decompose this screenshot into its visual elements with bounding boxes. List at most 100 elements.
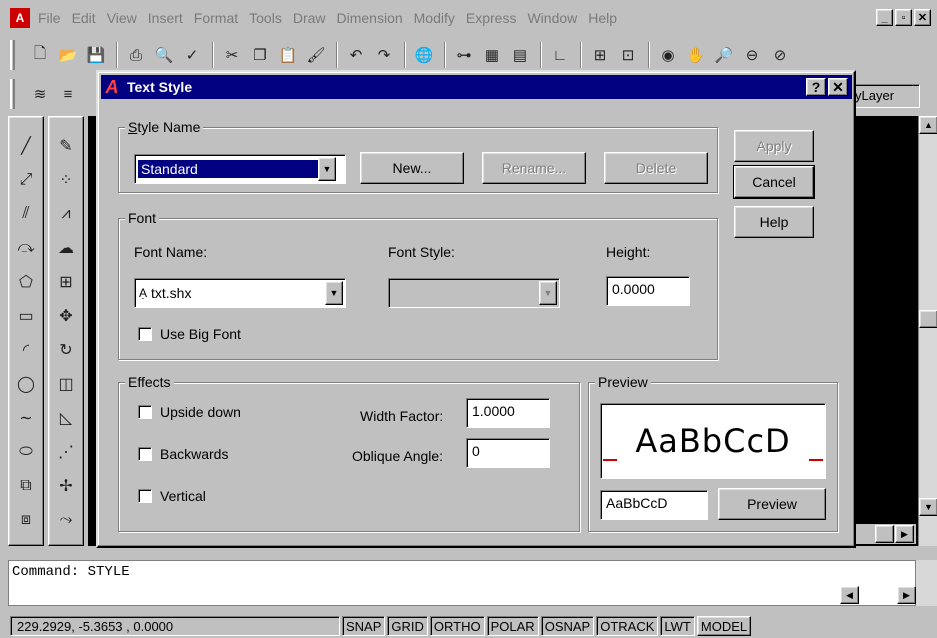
checkbox-box[interactable] (138, 327, 152, 341)
offset-icon[interactable]: ☁ (51, 233, 81, 263)
menu-tools[interactable]: Tools (249, 10, 282, 26)
tiled-viewports-icon[interactable]: ⊞ (587, 42, 613, 68)
menu-dimension[interactable]: Dimension (337, 10, 403, 26)
command-scroll-left-icon[interactable]: ◀ (840, 586, 859, 604)
menu-window[interactable]: Window (527, 10, 577, 26)
scroll-left-icon[interactable] (875, 525, 894, 543)
preview-button[interactable]: Preview (718, 488, 826, 520)
context-help-button[interactable]: ? (806, 78, 826, 96)
autocad-app-icon[interactable]: A (10, 8, 30, 28)
height-input[interactable]: 0.0000 (606, 276, 690, 306)
cut-icon[interactable]: ✂ (219, 42, 245, 68)
oblique-angle-input[interactable]: 0 (466, 438, 550, 468)
rotate-icon[interactable]: ↻ (51, 335, 81, 365)
trim-icon[interactable]: ✢ (51, 471, 81, 501)
array-icon[interactable]: ⊞ (51, 267, 81, 297)
scroll-right-icon[interactable]: ▶ (895, 525, 914, 543)
circle-icon[interactable]: ◯ (11, 369, 41, 399)
lengthen-icon[interactable]: ⋰ (51, 437, 81, 467)
print-icon[interactable]: ⎙ (123, 42, 149, 68)
spell-check-icon[interactable]: ✓ (179, 42, 205, 68)
scale-icon[interactable]: ◫ (51, 369, 81, 399)
chevron-down-icon[interactable]: ▼ (325, 281, 343, 305)
horizontal-scrollbar[interactable]: ▶ (856, 524, 916, 544)
save-icon[interactable]: 💾 (83, 42, 109, 68)
menu-view[interactable]: View (107, 10, 137, 26)
restore-button[interactable]: ▫ (895, 9, 912, 26)
arc-icon[interactable]: ◜ (11, 335, 41, 365)
vertical-scrollbar[interactable]: ▲ ▼ (918, 116, 937, 546)
otrack-toggle[interactable]: OTRACK (596, 616, 659, 636)
dialog-titlebar[interactable]: A Text Style ? ✕ (101, 75, 852, 99)
command-scrollbar[interactable] (916, 560, 937, 606)
layers-icon[interactable]: ≡ (55, 81, 81, 107)
cancel-button[interactable]: Cancel (733, 165, 815, 199)
upside-down-checkbox[interactable]: Upside down (138, 404, 241, 420)
extend-icon[interactable]: ⤳ (51, 505, 81, 535)
web-browser-icon[interactable]: 🌐 (411, 42, 437, 68)
named-views-icon[interactable]: ⊡ (615, 42, 641, 68)
model-toggle[interactable]: MODEL (696, 616, 752, 636)
zoom-realtime-icon[interactable]: 🔎 (711, 42, 737, 68)
color-control-combo[interactable]: yLayer (852, 84, 920, 108)
snap-from-icon[interactable]: ⊶ (451, 42, 477, 68)
osnap-toggle[interactable]: OSNAP (540, 616, 595, 636)
polygon-icon[interactable]: ⬠ (11, 267, 41, 297)
stretch-icon[interactable]: ◺ (51, 403, 81, 433)
construction-line-icon[interactable]: ⤢ (11, 165, 41, 195)
toolbar-grip[interactable] (10, 79, 15, 109)
new-style-button[interactable]: New... (360, 152, 464, 184)
paste-icon[interactable]: 📋 (275, 42, 301, 68)
close-window-button[interactable]: ✕ (914, 9, 931, 26)
command-scroll-right-icon[interactable]: ▶ (897, 586, 916, 604)
menu-draw[interactable]: Draw (293, 10, 326, 26)
font-name-combo[interactable]: Ạ txt.shx ▼ (134, 278, 346, 308)
use-big-font-checkbox[interactable]: Use Big Font (138, 326, 241, 342)
menu-help[interactable]: Help (588, 10, 617, 26)
polyline-icon[interactable]: ⤼ (11, 233, 41, 263)
delete-style-button[interactable]: Delete (604, 152, 708, 184)
match-properties-icon[interactable]: 🖌 (303, 42, 329, 68)
menu-express[interactable]: Express (466, 10, 517, 26)
rectangle-icon[interactable]: ▭ (11, 301, 41, 331)
minimize-button[interactable]: _ (876, 9, 893, 26)
chevron-down-icon[interactable]: ▼ (539, 281, 557, 305)
checkbox-box[interactable] (138, 405, 152, 419)
new-file-icon[interactable]: 🗋 (27, 42, 53, 68)
erase-icon[interactable]: ✎ (51, 131, 81, 161)
properties-icon[interactable]: ▤ (507, 42, 533, 68)
coordinates-display[interactable]: 229.2929, -5.3653 , 0.0000 (10, 616, 340, 636)
undo-icon[interactable]: ↶ (343, 42, 369, 68)
print-preview-icon[interactable]: 🔍 (151, 42, 177, 68)
lwt-toggle[interactable]: LWT (660, 616, 695, 636)
make-block-icon[interactable]: ⧈ (11, 505, 41, 535)
checkbox-box[interactable] (138, 489, 152, 503)
zoom-previous-icon[interactable]: ⊘ (767, 42, 793, 68)
vertical-checkbox[interactable]: Vertical (138, 488, 206, 504)
menu-modify[interactable]: Modify (414, 10, 455, 26)
command-window[interactable]: Command: STYLE (8, 560, 916, 606)
menu-edit[interactable]: Edit (72, 10, 96, 26)
menu-format[interactable]: Format (194, 10, 238, 26)
multiline-icon[interactable]: ⫽ (11, 199, 41, 229)
pan-icon[interactable]: ✋ (683, 42, 709, 68)
help-button[interactable]: Help (734, 206, 814, 238)
redo-icon[interactable]: ↷ (371, 42, 397, 68)
spline-icon[interactable]: ∼ (11, 403, 41, 433)
make-layer-current-icon[interactable]: ≋ (27, 81, 53, 107)
command-hscroll[interactable]: ◀ ▶ (820, 586, 916, 604)
design-center-icon[interactable]: ▦ (479, 42, 505, 68)
dialog-close-button[interactable]: ✕ (828, 78, 848, 96)
polar-toggle[interactable]: POLAR (486, 616, 539, 636)
width-factor-input[interactable]: 1.0000 (466, 398, 550, 428)
3d-orbit-icon[interactable]: ◉ (655, 42, 681, 68)
scroll-down-icon[interactable]: ▼ (919, 498, 937, 516)
copy-object-icon[interactable]: ⁘ (51, 165, 81, 195)
menu-file[interactable]: File (38, 10, 61, 26)
scroll-thumb[interactable] (919, 310, 937, 328)
snap-toggle[interactable]: SNAP (342, 616, 386, 636)
mirror-icon[interactable]: ⩘ (51, 199, 81, 229)
grid-toggle[interactable]: GRID (387, 616, 428, 636)
ellipse-icon[interactable]: ⬭ (11, 437, 41, 467)
toolbar-grip[interactable] (10, 40, 15, 70)
